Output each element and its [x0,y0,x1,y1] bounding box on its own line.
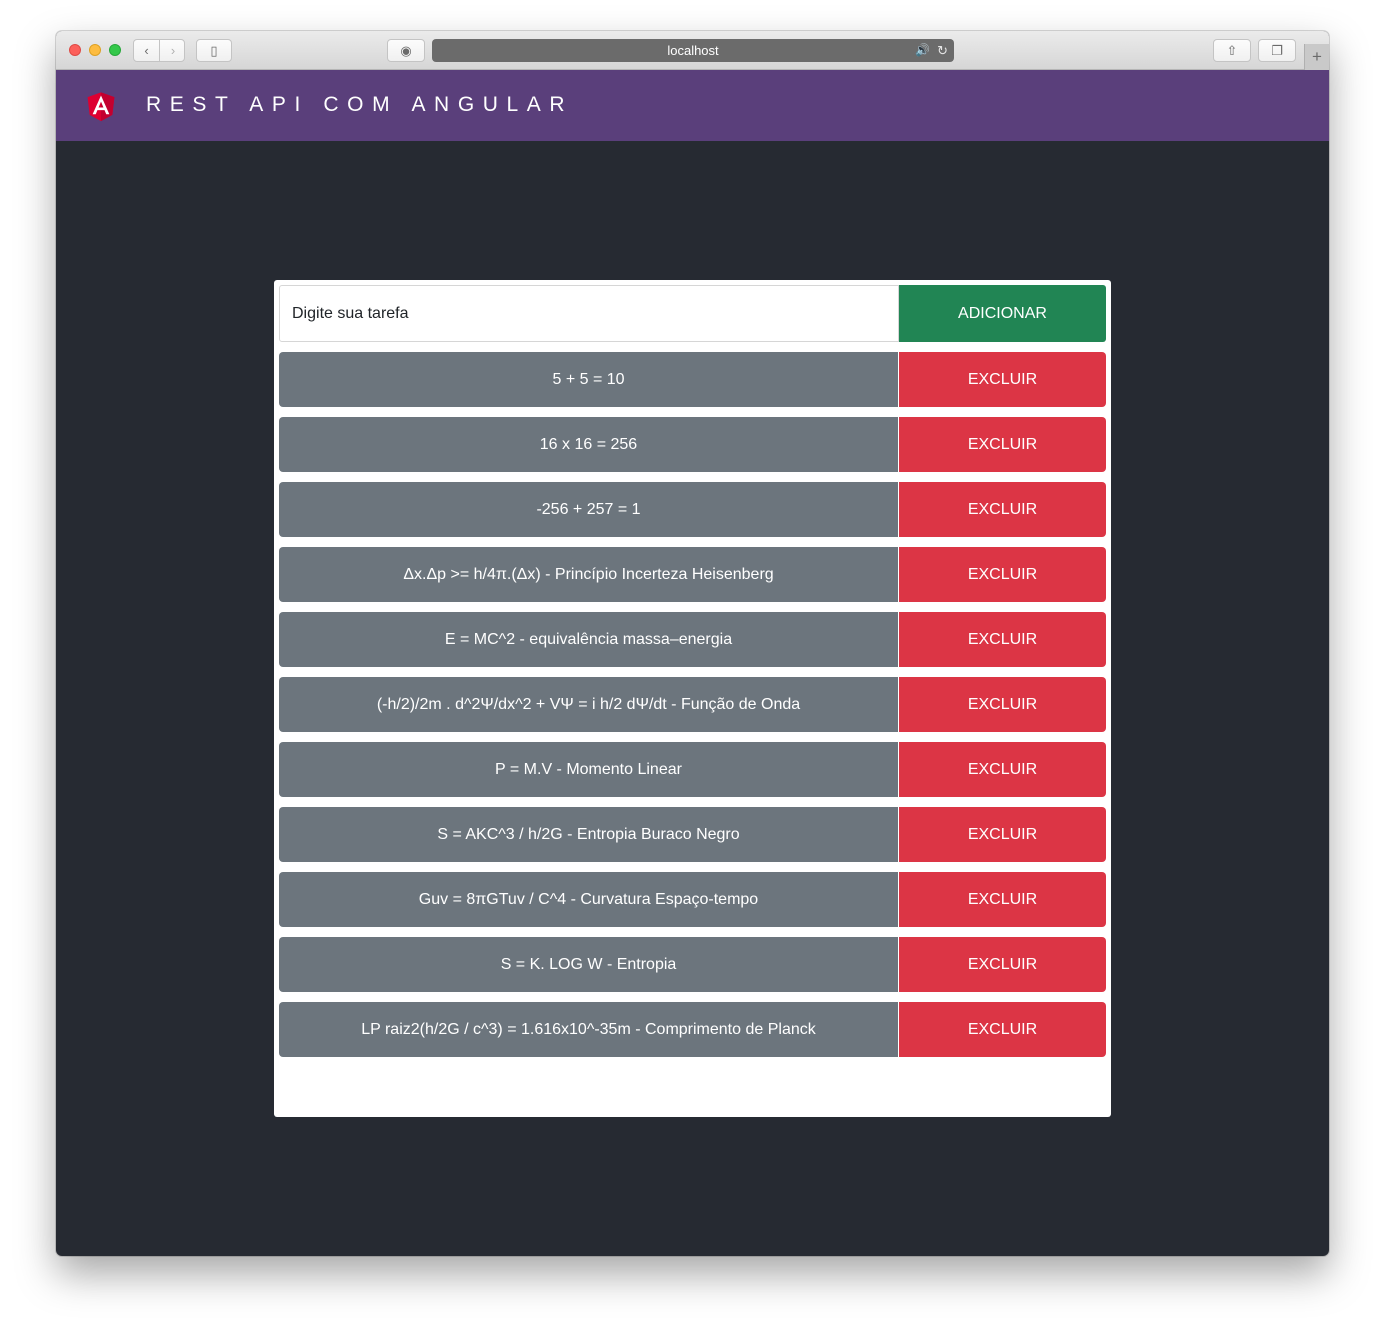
task-label: 5 + 5 = 10 [279,352,898,407]
zoom-window-button[interactable] [109,44,121,56]
delete-button[interactable]: EXCLUIR [899,937,1106,992]
reload-icon[interactable]: ↻ [937,39,948,62]
privacy-report-button[interactable]: ◉ [387,39,425,62]
task-row: 5 + 5 = 10 EXCLUIR [279,352,1106,407]
task-row: -256 + 257 = 1 EXCLUIR [279,482,1106,537]
speaker-icon[interactable]: 🔊 [915,39,930,62]
delete-button[interactable]: EXCLUIR [899,807,1106,862]
task-row: LP raiz2(h/2G / c^3) = 1.616x10^-35m - C… [279,1002,1106,1057]
browser-toolbar: ‹ › ▯ ◉ localhost 🔊 ↻ ⇧ ❐ + [56,31,1329,70]
new-tab-button[interactable]: + [1304,44,1329,70]
forward-button[interactable]: › [160,40,186,61]
shield-icon: ◉ [400,43,412,58]
close-window-button[interactable] [69,44,81,56]
task-label: P = M.V - Momento Linear [279,742,898,797]
delete-button[interactable]: EXCLUIR [899,742,1106,797]
chevron-left-icon: ‹ [144,43,149,58]
delete-button[interactable]: EXCLUIR [899,547,1106,602]
app-title: REST API COM ANGULAR [146,93,574,116]
task-row: S = K. LOG W - Entropia EXCLUIR [279,937,1106,992]
todo-card: ADICIONAR 5 + 5 = 10EXCLUIR16 x 16 = 256… [274,280,1111,1117]
task-label: Δx.Δp >= h/4π.(Δx) - Princípio Incerteza… [279,547,898,602]
task-row: S = AKC^3 / h/2G - Entropia Buraco Negro… [279,807,1106,862]
back-button[interactable]: ‹ [134,40,160,61]
sidebar-toggle-button[interactable]: ▯ [196,39,232,62]
task-label: S = K. LOG W - Entropia [279,937,898,992]
chevron-right-icon: › [170,43,176,58]
delete-button[interactable]: EXCLUIR [899,872,1106,927]
task-label: Guv = 8πGTuv / C^4 - Curvatura Espaço-te… [279,872,898,927]
task-row: P = M.V - Momento Linear EXCLUIR [279,742,1106,797]
task-label: (-h/2)/2m . d^2Ψ/dx^2 + VΨ = i h/2 dΨ/dt… [279,677,898,732]
plus-icon: + [1312,47,1322,66]
minimize-window-button[interactable] [89,44,101,56]
share-button[interactable]: ⇧ [1213,39,1251,62]
task-label: S = AKC^3 / h/2G - Entropia Buraco Negro [279,807,898,862]
delete-button[interactable]: EXCLUIR [899,612,1106,667]
navigation-buttons: ‹ › [133,39,185,62]
add-button[interactable]: ADICIONAR [899,285,1106,342]
tab-overview-button[interactable]: ❐ [1258,39,1296,62]
delete-button[interactable]: EXCLUIR [899,417,1106,472]
task-label: 16 x 16 = 256 [279,417,898,472]
task-input[interactable] [279,285,899,342]
task-row: Guv = 8πGTuv / C^4 - Curvatura Espaço-te… [279,872,1106,927]
task-label: LP raiz2(h/2G / c^3) = 1.616x10^-35m - C… [279,1002,898,1057]
delete-button[interactable]: EXCLUIR [899,677,1106,732]
sidebar-icon: ▯ [210,43,218,58]
task-row: (-h/2)/2m . d^2Ψ/dx^2 + VΨ = i h/2 dΨ/dt… [279,677,1106,732]
delete-button[interactable]: EXCLUIR [899,1002,1106,1057]
share-icon: ⇧ [1226,43,1238,58]
browser-window: ‹ › ▯ ◉ localhost 🔊 ↻ ⇧ ❐ + REST API COM… [56,31,1329,1256]
delete-button[interactable]: EXCLUIR [899,352,1106,407]
delete-button[interactable]: EXCLUIR [899,482,1106,537]
task-row: 16 x 16 = 256 EXCLUIR [279,417,1106,472]
task-row: E = MC^2 - equivalência massa–energia EXC… [279,612,1106,667]
address-bar[interactable]: localhost 🔊 ↻ [432,39,954,62]
url-text: localhost [667,43,719,58]
task-label: -256 + 257 = 1 [279,482,898,537]
angular-logo-icon [87,92,115,122]
tabs-icon: ❐ [1271,43,1283,58]
task-label: E = MC^2 - equivalência massa–energia [279,612,898,667]
app-header: REST API COM ANGULAR [56,70,1329,141]
task-row: Δx.Δp >= h/4π.(Δx) - Princípio Incerteza… [279,547,1106,602]
